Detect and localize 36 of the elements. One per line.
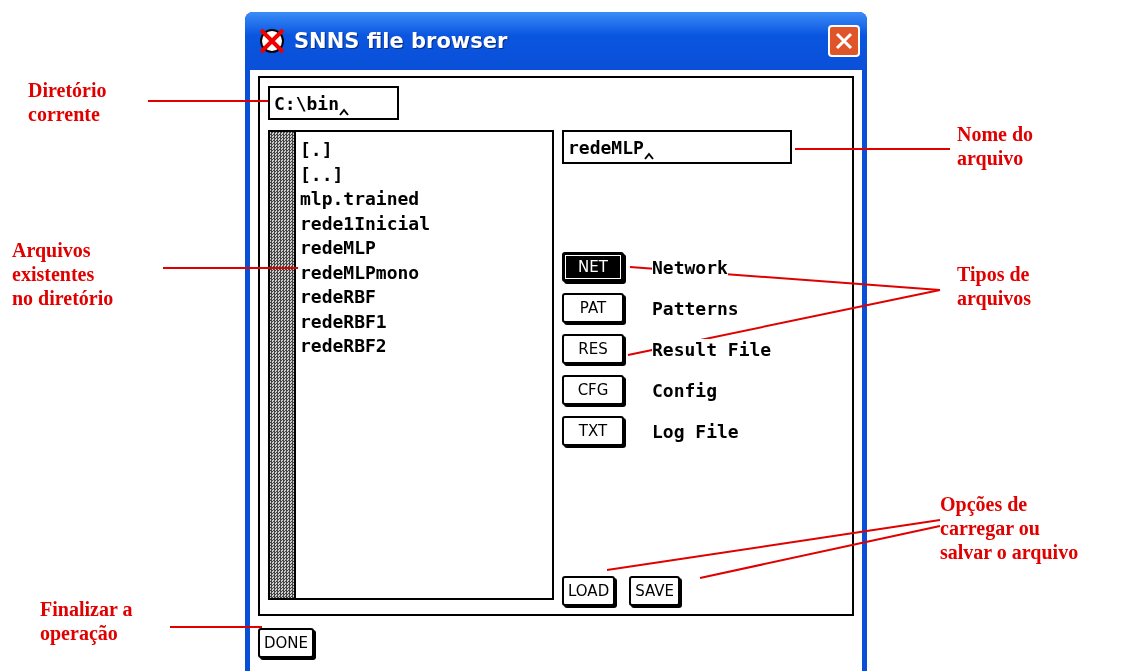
done-button[interactable]: DONE	[258, 628, 315, 658]
annotation-label: Diretório corrente	[28, 78, 107, 126]
file-item[interactable]: [..]	[300, 162, 431, 187]
annotation-label: Opções de carregar ou salvar o arquivo	[940, 492, 1079, 564]
file-item[interactable]: mlp.trained	[300, 187, 431, 212]
close-button[interactable]	[828, 25, 860, 57]
directory-value: C:\bin	[274, 92, 340, 114]
window-title: SNNS file browser	[294, 29, 509, 53]
filename-field[interactable]: redeMLP	[562, 130, 792, 164]
annotation-label: Nome do arquivo	[957, 122, 1034, 170]
file-item[interactable]: rede1Inicial	[300, 211, 431, 236]
file-item[interactable]: redeMLPmono	[300, 260, 431, 285]
annotation-label: Finalizar a operação	[40, 597, 133, 645]
file-item[interactable]: redeRBF1	[300, 309, 431, 334]
file-item[interactable]: redeMLP	[300, 236, 431, 261]
file-type-button[interactable]: RES	[562, 334, 624, 364]
action-button[interactable]: LOAD	[562, 576, 616, 606]
file-item[interactable]: redeRBF	[300, 285, 431, 310]
file-item[interactable]: redeRBF2	[300, 334, 431, 359]
filename-value: redeMLP	[568, 136, 644, 158]
file-item[interactable]: [.]	[300, 138, 431, 163]
file-type-label: Config	[652, 379, 718, 401]
annotation-label: Tipos de arquivos	[957, 262, 1032, 310]
app-icon	[258, 27, 286, 55]
file-type-button[interactable]: CFG	[562, 375, 624, 405]
file-type-button[interactable]: TXT	[562, 416, 624, 446]
annotation-label: Arquivos existentes no diretório	[12, 238, 114, 310]
text-cursor-icon	[643, 152, 654, 160]
directory-field[interactable]: C:\bin	[268, 86, 399, 120]
close-icon	[835, 32, 853, 50]
scrollbar[interactable]	[270, 132, 296, 598]
file-type-label: Log File	[652, 420, 739, 442]
file-type-button[interactable]: NET	[562, 252, 624, 282]
file-type-button[interactable]: PAT	[562, 293, 624, 323]
text-cursor-icon	[339, 108, 350, 116]
action-button[interactable]: SAVE	[629, 576, 681, 606]
